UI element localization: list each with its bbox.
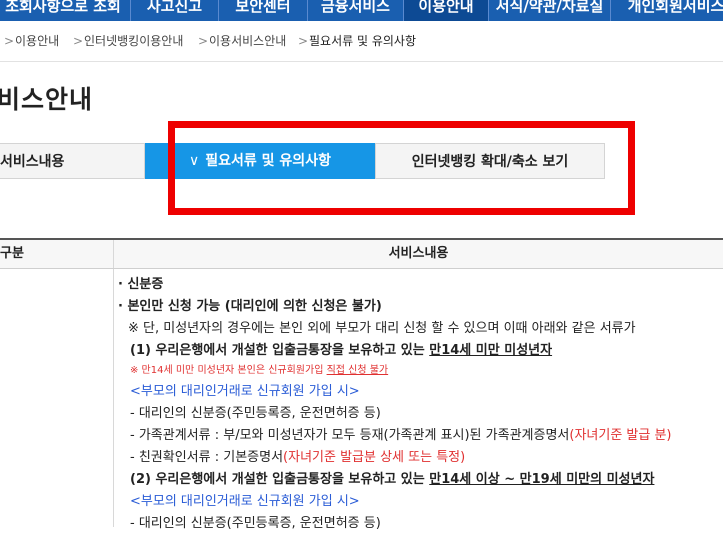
content-line: - 친권확인서류 : 기본증명서(자녀기준 발급분 상세 또는 특정) [130,448,465,468]
content-line: · 본인만 신청 가능 (대리인에 의한 신청은 불가) [118,299,382,314]
content-text: (1) 우리은행에서 개설한 입출금통장을 보유하고 있는 [130,343,430,358]
content-emphasis: 만14세 미만 미성년자 [429,343,553,358]
nav-item-financial-services[interactable]: 금융서비스 [308,0,403,21]
column-header-service: 서비스내용 [388,246,449,261]
content-line: (1) 우리은행에서 개설한 입출금통장을 보유하고 있는 만14세 미만 미성… [130,341,552,361]
top-navigation: 조회사항으로 조회 사고신고 보안센터 금융서비스 이용안내 서식/약관/자료실… [0,0,723,21]
tab-label: 서비스내용 [0,154,65,170]
content-link[interactable]: <부모의 대리인거래로 신규회원 가입 시> [130,382,360,402]
content-line: (2) 우리은행에서 개설한 입출금통장을 보유하고 있는 만14세 이상 ~ … [130,470,654,490]
chevron-right-icon: > [73,34,84,48]
nav-item-forms-terms[interactable]: 서식/약관/자료실 [489,0,610,21]
content-line: · 신분증 [118,277,164,292]
breadcrumb-item[interactable]: 이용서비스안내 [209,30,286,52]
nav-item-personal-member[interactable]: 개인회원서비스 [611,0,723,21]
content-text: - 친권확인서류 : 기본증명서 [130,450,284,465]
content-note: (자녀기준 발급분 상세 또는 특정) [283,450,466,465]
chevron-right-icon: > [4,34,15,48]
content-line: - 대리인의 신분증(주민등록증, 운전면허증 등) [130,516,381,531]
content-note: (자녀기준 발급 분) [569,428,672,443]
breadcrumb-current: 필요서류 및 유의사항 [309,34,416,48]
content-text: - 가족관계서류 : 부/모와 미성년자가 모두 등재(가족관계 표시)된 가족… [130,428,570,443]
breadcrumb-item[interactable]: 이용안내 [15,30,59,52]
content-line: ※ 단, 미성년자의 경우에는 본인 외에 부모가 대리 신청 할 수 있으며 … [128,321,636,336]
column-divider [113,269,114,527]
content-text: (2) 우리은행에서 개설한 입출금통장을 보유하고 있는 [130,472,430,487]
content-text: ※ 만14세 미만 미성년자 본인은 신규회원가입 [130,365,327,376]
content-emphasis: 직접 신청 불가 [326,365,389,376]
nav-item-usage-guide[interactable]: 이용안내 [404,0,488,21]
divider [0,61,723,62]
content-emphasis: 만14세 이상 ~ 만19세 미만의 미성년자 [429,472,655,487]
breadcrumb-item[interactable]: 인터넷뱅킹이용안내 [84,30,183,52]
chevron-right-icon: > [198,34,209,48]
nav-item-accident-report[interactable]: 사고신고 [131,0,218,21]
highlight-box [168,121,635,215]
page-title: 비스안내 [0,85,94,114]
content-line: - 가족관계서류 : 부/모와 미성년자가 모두 등재(가족관계 표시)된 가족… [130,426,672,446]
tab-service-content[interactable]: 서비스내용 [0,143,145,179]
nav-item-security-center[interactable]: 보안센터 [219,0,307,21]
nav-item-inquiry[interactable]: 조회사항으로 조회 [0,0,128,21]
content-line: - 대리인의 신분증(주민등록증, 운전면허증 등) [130,406,381,421]
content-line: ※ 만14세 미만 미성년자 본인은 신규회원가입 직접 신청 불가 [130,361,388,381]
table-header: 구분 서비스내용 [0,240,723,269]
column-header-category: 구분 [0,246,24,261]
content-link[interactable]: <부모의 대리인거래로 신규회원 가입 시> [130,492,360,512]
chevron-right-icon: > [298,34,309,48]
